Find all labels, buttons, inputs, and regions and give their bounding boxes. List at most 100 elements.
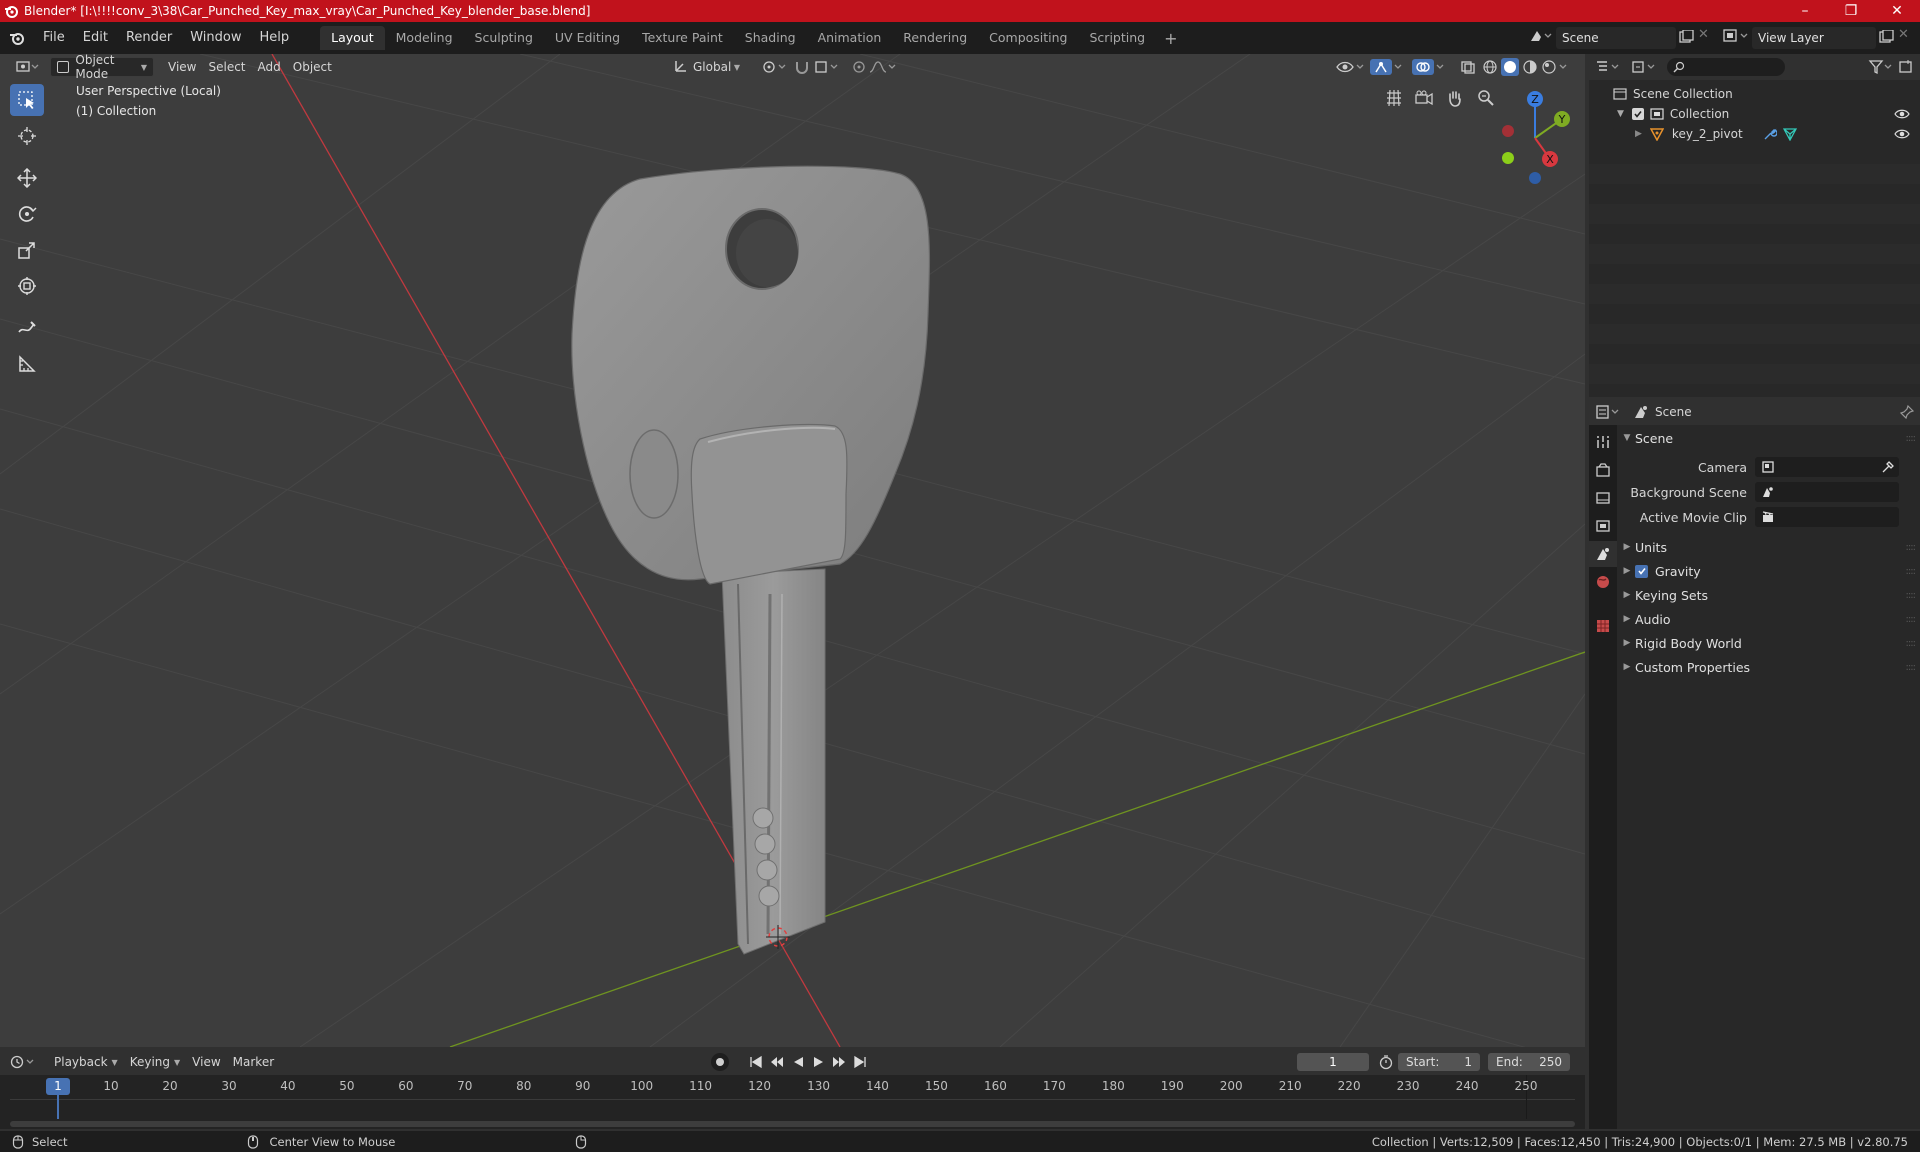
background-scene-field[interactable] [1755,482,1899,502]
timeline-menu-view[interactable]: View [186,1052,226,1072]
rigid-body-world-section-header[interactable]: ▶ Rigid Body World :::: [1619,632,1919,654]
timeline-menu-playback[interactable]: Playback ▼ [48,1052,124,1072]
menu-edit[interactable]: Edit [74,27,117,49]
solid-shading-icon[interactable] [1501,58,1519,76]
collection-visibility-eye-icon[interactable] [1894,108,1910,120]
start-frame-field[interactable]: Start: 1 [1398,1053,1480,1071]
keying-sets-section-header[interactable]: ▶ Keying Sets :::: [1619,584,1919,606]
rendered-shading-icon[interactable] [1541,59,1557,75]
preview-range-stopwatch-icon[interactable] [1378,1054,1394,1070]
maximize-button[interactable]: ❐ [1828,0,1874,22]
transform-orientation-selector[interactable]: Global ▼ [668,57,746,77]
custom-properties-section-header[interactable]: ▶ Custom Properties :::: [1619,656,1919,678]
current-frame-field[interactable]: 1 [1297,1053,1369,1071]
tab-modeling[interactable]: Modeling [385,26,464,50]
new-scene-icon[interactable] [1678,29,1694,47]
tab-compositing[interactable]: Compositing [978,26,1078,50]
new-view-layer-icon[interactable] [1878,29,1894,47]
camera-view-icon[interactable] [1410,84,1438,112]
keying-sets-grip-icon[interactable]: :::: [1906,590,1917,601]
collection-exclude-checkbox[interactable] [1631,108,1644,120]
pin-icon[interactable] [1900,405,1914,419]
overlays-toggle-icon[interactable] [1406,57,1454,77]
measure-tool-icon[interactable] [10,348,44,380]
tab-texture-paint[interactable]: Texture Paint [631,26,734,50]
toggle-view-grid-icon[interactable] [1380,84,1408,112]
scene-icon[interactable] [1528,27,1552,48]
delete-scene-icon[interactable]: ✕ [1698,27,1709,42]
scene-selector[interactable]: Scene [1556,27,1676,49]
collection-expand-icon[interactable]: ▼ [1617,109,1624,119]
output-tab-icon[interactable] [1589,485,1617,511]
outliner-scene-collection-row[interactable]: Scene Collection [1589,84,1920,104]
blender-menu-icon[interactable] [0,31,34,45]
timeline-menu-keying[interactable]: Keying ▼ [124,1052,186,1072]
mode-selector[interactable]: Object Mode ▼ [50,54,154,81]
units-grip-icon[interactable]: :::: [1906,542,1917,553]
world-tab-icon[interactable] [1589,569,1617,595]
pan-view-hand-icon[interactable] [1441,84,1469,112]
object-expand-icon[interactable]: ▶ [1635,129,1642,139]
viewport-menu-select[interactable]: Select [202,57,251,77]
outliner-search-input[interactable] [1667,58,1785,76]
outliner-editor-type-icon[interactable] [1595,59,1623,75]
gizmo-toggle-icon[interactable] [1364,57,1412,77]
tab-sculpting[interactable]: Sculpting [464,26,544,50]
audio-section-header[interactable]: ▶ Audio :::: [1619,608,1919,630]
texture-tab-icon[interactable] [1589,613,1617,639]
timeline-menu-marker[interactable]: Marker [227,1052,280,1072]
tab-scripting[interactable]: Scripting [1079,26,1157,50]
play-icon[interactable] [811,1055,825,1069]
transform-tool-icon[interactable] [10,270,44,302]
annotate-tool-icon[interactable] [10,312,44,344]
modifier-wrench-icon[interactable] [1763,127,1777,141]
audio-grip-icon[interactable]: :::: [1906,614,1917,625]
current-frame-marker[interactable]: 1 [46,1078,70,1095]
timeline-editor-type-icon[interactable] [10,1054,38,1070]
delete-view-layer-icon[interactable]: ✕ [1898,27,1909,42]
close-button[interactable]: ✕ [1874,0,1920,22]
outliner-collection-row[interactable]: ▼ Collection [1589,104,1920,124]
view-layer-icon[interactable] [1722,27,1750,48]
rigid-body-world-grip-icon[interactable]: :::: [1906,638,1917,649]
viewport-menu-add[interactable]: Add [252,57,287,77]
menu-help[interactable]: Help [251,27,299,49]
mesh-data-icon[interactable] [1782,127,1797,141]
editor-type-icon[interactable] [10,57,46,77]
gravity-grip-icon[interactable]: :::: [1906,566,1917,577]
tab-layout[interactable]: Layout [320,26,385,50]
proportional-editing-icon[interactable] [846,57,904,77]
end-frame-field[interactable]: End: 250 [1488,1053,1570,1071]
cursor-tool-icon[interactable] [10,120,44,152]
gravity-checkbox[interactable] [1635,564,1648,578]
scale-tool-icon[interactable] [10,234,44,266]
rotate-tool-icon[interactable] [10,198,44,230]
minimize-button[interactable]: – [1782,0,1828,22]
move-tool-icon[interactable] [10,162,44,194]
filter-icon[interactable] [1868,59,1894,75]
jump-to-keyframe-forward-icon[interactable] [831,1055,847,1069]
viewport-menu-object[interactable]: Object [287,57,338,77]
scene-tab-icon[interactable] [1589,541,1617,567]
units-section-header[interactable]: ▶ Units :::: [1619,536,1919,558]
properties-editor-type-icon[interactable] [1595,404,1623,420]
scene-section-header[interactable]: ▼ Scene :::: [1619,427,1919,449]
render-tab-icon[interactable] [1589,457,1617,483]
timeline-ruler[interactable]: 1 10 20 30 40 50 60 70 80 90 100 110 120 130 140 150 160… [0,1075,1585,1129]
tab-rendering[interactable]: Rendering [892,26,978,50]
material-shading-icon[interactable] [1522,59,1538,75]
tool-settings-tab-icon[interactable] [1589,429,1617,455]
wireframe-shading-icon[interactable] [1482,59,1498,75]
add-workspace-button[interactable]: + [1156,29,1185,48]
custom-properties-grip-icon[interactable]: :::: [1906,662,1917,673]
jump-to-end-icon[interactable] [853,1055,867,1069]
jump-to-start-icon[interactable] [749,1055,763,1069]
view-layer-tab-icon[interactable] [1589,513,1617,539]
tab-animation[interactable]: Animation [807,26,893,50]
select-box-tool-icon[interactable] [10,84,44,116]
outliner-object-row[interactable]: ▶ key_2_pivot [1589,124,1920,144]
new-collection-icon[interactable] [1898,59,1914,75]
menu-file[interactable]: File [34,27,74,49]
timeline-scrollbar[interactable] [10,1121,1575,1127]
tab-shading[interactable]: Shading [734,26,807,50]
